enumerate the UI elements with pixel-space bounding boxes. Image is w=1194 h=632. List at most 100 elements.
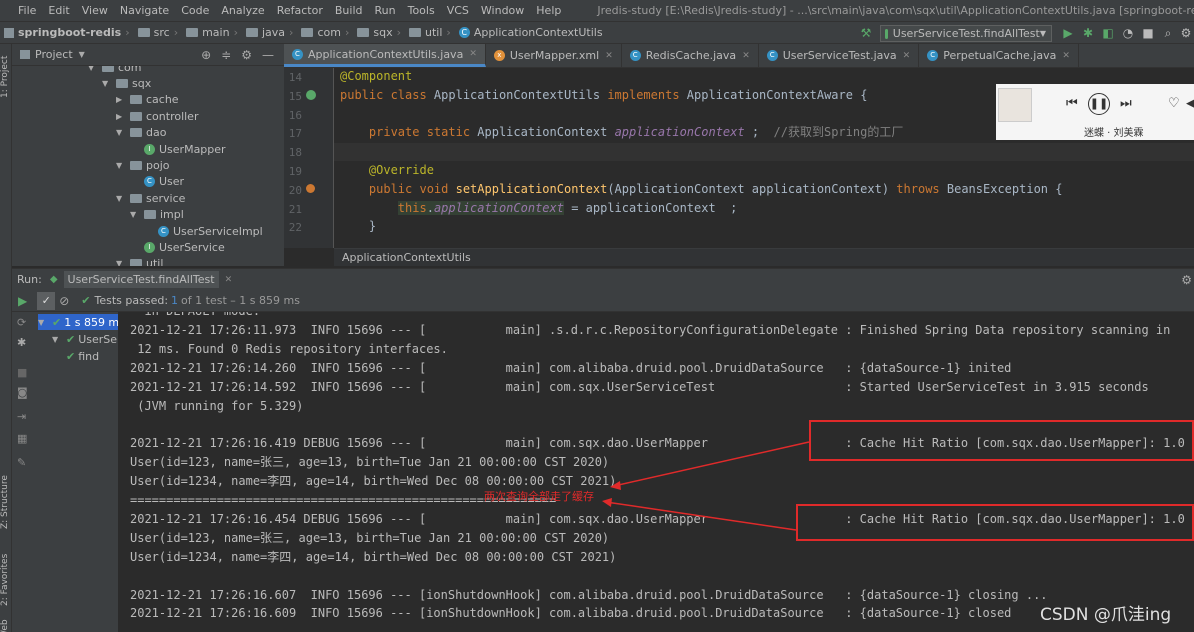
menu-item-window[interactable]: Window bbox=[475, 4, 530, 17]
nav-crumb[interactable]: src › bbox=[134, 26, 182, 39]
menu-item-run[interactable]: Run bbox=[369, 4, 402, 17]
camera-icon[interactable]: ◙ bbox=[17, 386, 28, 399]
pause-icon[interactable]: ❚❚ bbox=[1088, 93, 1110, 115]
console-output[interactable]: 2021-12-21 17:26:16.609 INFO 15696 --- [… bbox=[118, 312, 1194, 632]
tree-item-userserviceimpl[interactable]: C UserServiceImpl bbox=[158, 223, 263, 239]
nav-crumb[interactable]: sqx › bbox=[353, 26, 405, 39]
chevron-down-icon[interactable]: ▼ bbox=[79, 50, 85, 59]
menu-item-code[interactable]: Code bbox=[175, 4, 215, 17]
like-heart-icon[interactable]: ♡ bbox=[1168, 96, 1180, 111]
tree-item-controller[interactable]: ▶ controller bbox=[116, 108, 198, 124]
tree-item-impl[interactable]: ▼ impl bbox=[130, 207, 184, 223]
stop-button[interactable]: ■ bbox=[1140, 25, 1156, 41]
structure-tool-button[interactable]: Z: Structure bbox=[0, 472, 12, 532]
chevron-right-icon[interactable]: ▶ bbox=[116, 95, 126, 104]
tree-item-usermapper[interactable]: I UserMapper bbox=[144, 141, 226, 157]
editor-tab[interactable]: C UserServiceTest.java ✕ bbox=[759, 44, 920, 67]
project-panel-title[interactable]: Project bbox=[35, 48, 73, 61]
chevron-down-icon[interactable]: ▼ bbox=[130, 210, 140, 219]
menu-item-view[interactable]: View bbox=[76, 4, 114, 17]
collapse-icon[interactable]: ≑ bbox=[221, 48, 231, 62]
editor-tab[interactable]: C RedisCache.java ✕ bbox=[622, 44, 759, 67]
chevron-down-icon[interactable]: ▼ bbox=[116, 161, 126, 170]
nav-crumb[interactable]: springboot-redis › bbox=[0, 26, 134, 39]
tree-item-util[interactable]: ▼ util bbox=[116, 256, 163, 266]
menu-item-build[interactable]: Build bbox=[329, 4, 369, 17]
override-gutter-icon[interactable] bbox=[306, 184, 315, 193]
menu-item-navigate[interactable]: Navigate bbox=[114, 4, 175, 17]
chevron-right-icon[interactable]: ▶ bbox=[116, 112, 126, 121]
nav-crumb[interactable]: java › bbox=[242, 26, 297, 39]
chevron-down-icon[interactable]: ▼ bbox=[52, 335, 62, 344]
nav-crumb[interactable]: main › bbox=[182, 26, 242, 39]
class-icon: C bbox=[292, 48, 303, 60]
close-icon[interactable]: ✕ bbox=[469, 49, 477, 59]
test-tree-item[interactable]: ▼ ✔ UserSe bbox=[52, 331, 117, 347]
menu-item-vcs[interactable]: VCS bbox=[441, 4, 475, 17]
close-icon[interactable]: ✕ bbox=[1062, 51, 1070, 61]
editor-tab[interactable]: C PerpetualCache.java ✕ bbox=[919, 44, 1079, 67]
chevron-down-icon[interactable]: ▼ bbox=[38, 318, 48, 327]
close-icon[interactable]: ✕ bbox=[903, 51, 911, 61]
web-tool-button[interactable]: Web bbox=[0, 614, 12, 632]
pin-icon[interactable]: ✎ bbox=[17, 456, 26, 469]
coverage-button[interactable]: ◧ bbox=[1100, 25, 1116, 41]
show-passed-toggle[interactable]: ✓ bbox=[37, 291, 56, 310]
rerun-failed-icon[interactable]: ⟳ bbox=[17, 316, 26, 329]
show-ignored-icon[interactable]: ⊘ bbox=[59, 294, 69, 308]
editor-tab[interactable]: x UserMapper.xml ✕ bbox=[486, 44, 622, 67]
chevron-down-icon[interactable]: ▼ bbox=[116, 194, 126, 203]
tree-item-sqx[interactable]: ▼ sqx bbox=[102, 75, 151, 91]
test-tree-item[interactable]: ✔ find bbox=[66, 348, 99, 364]
exit-icon[interactable]: ⇥ bbox=[17, 410, 26, 423]
menu-item-file[interactable]: File bbox=[12, 4, 42, 17]
locate-icon[interactable]: ⊕ bbox=[201, 48, 211, 62]
chevron-down-icon[interactable]: ▼ bbox=[102, 79, 112, 88]
run-button[interactable]: ▶ bbox=[1060, 25, 1076, 41]
stop-icon[interactable]: ■ bbox=[17, 366, 27, 379]
tree-item-userservice[interactable]: I UserService bbox=[144, 239, 225, 255]
settings-icon[interactable]: ⚙ bbox=[1178, 25, 1194, 41]
implements-gutter-icon[interactable] bbox=[306, 90, 316, 100]
gear-icon[interactable]: ⚙ bbox=[1181, 273, 1192, 287]
search-icon[interactable]: ⌕ bbox=[1160, 25, 1176, 41]
nav-crumb[interactable]: com › bbox=[297, 26, 353, 39]
tree-item-dao[interactable]: ▼ dao bbox=[116, 125, 166, 141]
volume-icon[interactable]: ◀ bbox=[1186, 96, 1194, 111]
tree-item-user[interactable]: C User bbox=[144, 174, 184, 190]
nav-crumb[interactable]: C ApplicationContextUtils bbox=[455, 26, 603, 39]
tree-item-pojo[interactable]: ▼ pojo bbox=[116, 157, 170, 173]
debug-button[interactable]: ✱ bbox=[1080, 25, 1096, 41]
run-tab[interactable]: UserServiceTest.findAllTest bbox=[63, 271, 219, 288]
layout-icon[interactable]: ▦ bbox=[17, 432, 27, 445]
project-tool-button[interactable]: 1: Project bbox=[0, 50, 12, 104]
close-icon[interactable]: ✕ bbox=[742, 51, 750, 61]
menu-item-help[interactable]: Help bbox=[530, 4, 567, 17]
menu-item-tools[interactable]: Tools bbox=[402, 4, 441, 17]
chevron-down-icon[interactable]: ▼ bbox=[116, 259, 126, 266]
close-icon[interactable]: ✕ bbox=[225, 275, 233, 285]
tree-item-cache[interactable]: ▶ cache bbox=[116, 92, 179, 108]
chevron-down-icon[interactable]: ▼ bbox=[116, 128, 126, 137]
menu-item-refactor[interactable]: Refactor bbox=[271, 4, 329, 17]
debug-icon[interactable]: ✱ bbox=[17, 336, 26, 349]
menu-item-analyze[interactable]: Analyze bbox=[215, 4, 270, 17]
next-track-icon[interactable]: ⏭ bbox=[1120, 96, 1132, 111]
tree-item-com[interactable]: ▼ com bbox=[88, 66, 142, 75]
profile-button[interactable]: ◔ bbox=[1120, 25, 1136, 41]
editor-breadcrumb[interactable]: ApplicationContextUtils bbox=[334, 248, 1194, 266]
rerun-icon[interactable]: ▶ bbox=[18, 294, 27, 308]
nav-crumb[interactable]: util › bbox=[405, 26, 455, 39]
chevron-down-icon[interactable]: ▼ bbox=[88, 66, 98, 72]
hide-icon[interactable]: — bbox=[262, 48, 274, 62]
close-icon[interactable]: ✕ bbox=[605, 51, 613, 61]
run-configuration-select[interactable]: UserServiceTest.findAllTest ▼ bbox=[880, 25, 1052, 42]
tree-item-service[interactable]: ▼ service bbox=[116, 190, 185, 206]
menu-item-edit[interactable]: Edit bbox=[42, 4, 75, 17]
previous-track-icon[interactable]: ⏮ bbox=[1066, 96, 1078, 111]
gear-icon[interactable]: ⚙ bbox=[241, 48, 252, 62]
test-tree-item[interactable]: ▼ ✔1 s 859 ms bbox=[38, 314, 118, 330]
build-hammer-icon[interactable]: ⚒ bbox=[858, 25, 874, 41]
favorites-tool-button[interactable]: 2: Favorites bbox=[0, 550, 12, 610]
editor-tab[interactable]: C ApplicationContextUtils.java ✕ bbox=[284, 44, 486, 67]
